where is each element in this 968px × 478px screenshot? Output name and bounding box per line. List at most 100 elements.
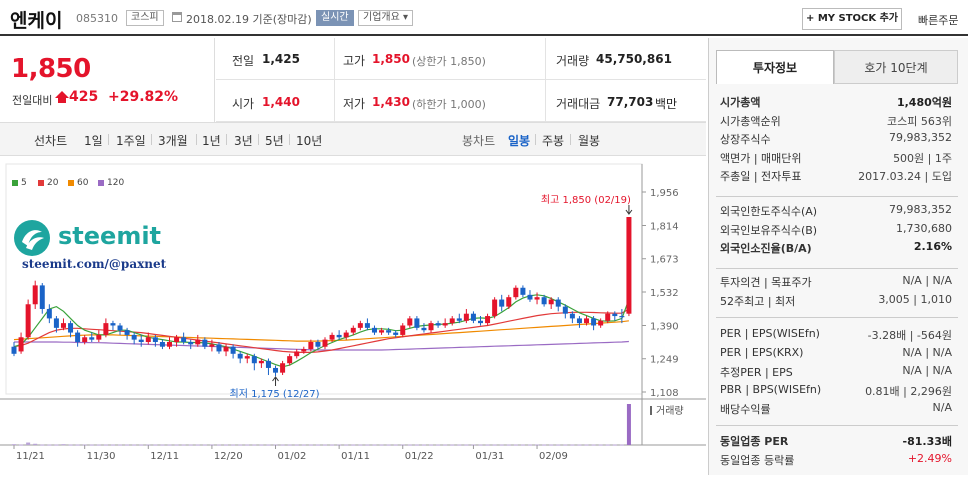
realtime-button[interactable]: 실시간 [316, 10, 354, 26]
candle-body [258, 360, 264, 364]
volume-bar [216, 444, 221, 446]
info-row-label: 배당수익률 [720, 403, 771, 417]
info-row-value: +2.49% [907, 451, 952, 465]
volume-bar [224, 444, 229, 446]
candle-body [379, 330, 385, 333]
candle-body [421, 327, 427, 331]
candle-body [605, 313, 611, 321]
stock-code: 085310 [76, 12, 118, 25]
volume-bar [280, 444, 285, 446]
candle-body [619, 316, 625, 318]
volume-bar [386, 444, 391, 446]
volume-bar [188, 444, 193, 446]
tab-3m[interactable]: 3개월 [158, 132, 188, 149]
volume-bar [160, 444, 165, 446]
volume-bar [47, 444, 52, 446]
tab-5y[interactable]: 5년 [265, 132, 284, 149]
volume-bar [421, 444, 426, 446]
candle-body [308, 342, 314, 350]
info-row: 주총일 | 전자투표 2017.03.24 | 도입 [720, 168, 952, 186]
corp-info-dropdown[interactable]: 기업개요 ▾ [358, 10, 413, 26]
candle-body [89, 337, 95, 340]
tab-candle-chart[interactable]: 봉차트 [462, 132, 495, 149]
info-row-value: 2017.03.24 | 도입 [858, 170, 952, 184]
candle-body [202, 339, 208, 347]
ma120-line [14, 340, 629, 351]
candle-body [492, 299, 498, 317]
candle-body [569, 313, 575, 319]
volume-bar [125, 444, 130, 446]
tab-invest-info[interactable]: 투자정보 [716, 50, 834, 84]
volume-bar [96, 444, 101, 446]
info-row-label: 시가총액순위 [720, 114, 781, 128]
info-row-label: 시가총액 [720, 96, 761, 109]
volume-bar [287, 444, 292, 446]
candle-body [548, 299, 554, 305]
y-tick-label: 1,249 [650, 355, 679, 366]
info-row-label: 추정PER | EPS [720, 366, 793, 380]
info-row: 상장주식수 79,983,352 [720, 131, 952, 149]
candle-body [357, 323, 363, 328]
tab-10y[interactable]: 10년 [296, 132, 322, 149]
price-rate: +29.82% [108, 89, 179, 105]
candle-body [174, 337, 180, 342]
candle-body [60, 323, 66, 328]
volume-bar [54, 444, 59, 446]
tab-separator [108, 134, 109, 145]
candle-body [506, 297, 512, 307]
tab-1d[interactable]: 1일 [84, 132, 103, 149]
candle-body [598, 320, 604, 326]
volume-bar [591, 444, 596, 446]
tab-separator [258, 134, 259, 145]
candle-body [414, 318, 420, 328]
candle-body [167, 342, 172, 347]
panel-divider [716, 268, 958, 269]
tab-3y[interactable]: 3년 [234, 132, 253, 149]
add-my-stock-button[interactable]: + MY STOCK 추가 [802, 8, 902, 30]
tab-monthly[interactable]: 월봉 [578, 132, 600, 149]
volume-bar [231, 444, 236, 446]
candle-body [152, 337, 158, 342]
volume-bar [443, 444, 448, 446]
candle-body [499, 299, 505, 307]
volume-bar [68, 444, 73, 446]
tab-daily[interactable]: 일봉 [508, 132, 530, 149]
legend-ma120: 120 [98, 178, 124, 188]
volume-bar [118, 444, 123, 446]
tab-1w[interactable]: 1주일 [116, 132, 146, 149]
candle-body [322, 339, 328, 347]
candle-body [541, 297, 547, 305]
volume-bar [110, 444, 115, 446]
info-row: 52주최고 | 최저 3,005 | 1,010 [720, 293, 952, 311]
candle-body [350, 327, 356, 333]
tab-quote-10[interactable]: 호가 10단계 [834, 50, 958, 84]
high-value: 1,850 [372, 52, 410, 66]
y-tick-label: 1,390 [650, 321, 679, 332]
info-row-label: 투자의견 | 목표주가 [720, 276, 812, 289]
y-tick-label: 1,673 [650, 255, 679, 266]
candle-body [294, 351, 300, 357]
candle-chart-area[interactable]: 1,956 1,814 1,673 1,532 1,390 1,249 1,108 거래량 11… [0, 156, 706, 475]
volume-label: 거래량 [656, 405, 684, 417]
info-row: 외국인보유주식수(B) 1,730,680 [720, 222, 952, 240]
tab-line-chart[interactable]: 선차트 [34, 132, 67, 149]
price-diff: 425 [69, 89, 99, 105]
info-row-label: 동일업종 등락률 [720, 453, 795, 467]
candle-body [470, 313, 476, 321]
info-row-value: N/A | N/A [902, 345, 952, 359]
tab-1y[interactable]: 1년 [202, 132, 221, 149]
quick-order-link[interactable]: 빠른주문 [918, 12, 958, 28]
info-row-value: -81.33배 [902, 435, 952, 448]
candle-body [103, 323, 109, 335]
volume-bar [372, 444, 377, 446]
info-row: 액면가 | 매매단위 500원 | 1주 [720, 150, 952, 168]
volume-bar [351, 444, 356, 446]
volume-bar [330, 444, 335, 446]
volume-bar [195, 444, 200, 446]
volume-bar [19, 444, 24, 446]
legend-ma5: 5 [12, 178, 27, 188]
volume-bar [365, 444, 370, 446]
info-row-value: N/A [932, 401, 952, 415]
candle-body [39, 285, 45, 309]
tab-weekly[interactable]: 주봉 [542, 132, 564, 149]
